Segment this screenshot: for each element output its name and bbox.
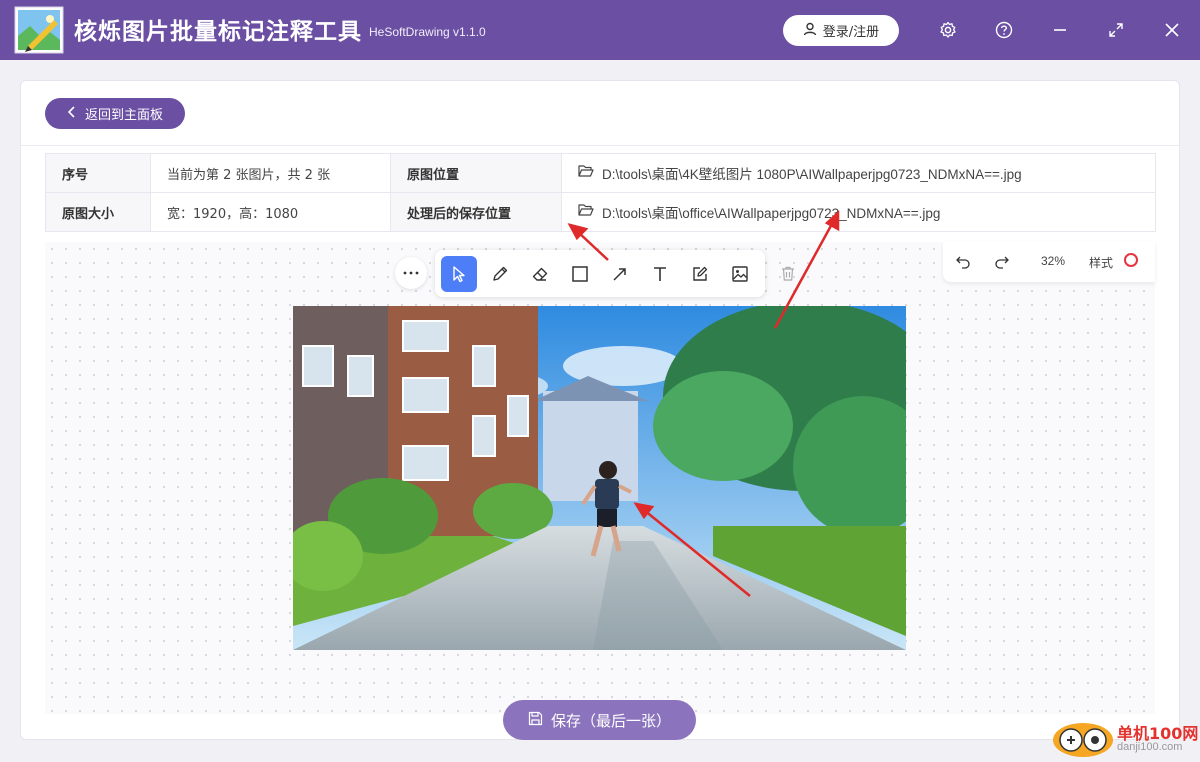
save-location-cell[interactable]: D:\tools\桌面\office\AIWallpaperjpg0723_ND… (561, 192, 1156, 232)
divider (21, 145, 1179, 146)
close-icon[interactable] (1160, 18, 1184, 42)
text-icon (654, 267, 666, 281)
more-icon (403, 271, 419, 275)
app-version: HeSoftDrawing v1.1.0 (369, 25, 486, 39)
pencil-icon (493, 266, 508, 281)
annotated-image[interactable] (293, 306, 906, 650)
save-button[interactable]: 保存（最后一张） (503, 700, 696, 740)
save-icon (528, 711, 543, 730)
drawing-toolbar (435, 250, 765, 297)
undo-icon[interactable] (951, 250, 975, 274)
text-tool[interactable] (642, 256, 678, 292)
back-to-dashboard-button[interactable]: 返回到主面板 (45, 98, 185, 129)
eraser-tool[interactable] (522, 256, 558, 292)
arrow-icon (613, 268, 626, 281)
app-logo-icon (14, 6, 64, 54)
note-tool[interactable] (682, 256, 718, 292)
index-value: 当前为第 2 张图片，共 2 张 (150, 153, 391, 193)
login-register-button[interactable]: 登录/注册 (783, 15, 899, 46)
minimize-icon[interactable] (1048, 18, 1072, 42)
folder-open-icon (578, 203, 594, 221)
trash-icon (782, 266, 794, 281)
arrow-tool[interactable] (602, 256, 638, 292)
delete-button[interactable] (775, 260, 801, 286)
source-path[interactable]: D:\tools\桌面\4K壁纸图片 1080P\AIWallpaperjpg0… (602, 163, 1022, 183)
source-location-cell[interactable]: D:\tools\桌面\4K壁纸图片 1080P\AIWallpaperjpg0… (561, 153, 1156, 193)
size-value: 宽：1920，高：1080 (150, 192, 391, 232)
more-options-button[interactable] (395, 257, 427, 289)
pencil-tool[interactable] (482, 256, 518, 292)
watermark-logo-icon (1052, 718, 1114, 758)
style-label: 样式 (1089, 256, 1114, 270)
size-label: 原图大小 (45, 192, 151, 232)
chevron-left-icon (67, 105, 77, 122)
table-row: 序号 当前为第 2 张图片，共 2 张 原图位置 D:\tools\桌面\4K壁… (45, 153, 1156, 193)
user-icon (803, 22, 817, 40)
app-title: 核烁图片批量标记注释工具 (74, 19, 362, 45)
style-color-swatch[interactable] (1124, 253, 1138, 267)
image-tool[interactable] (722, 256, 758, 292)
save-label: 保存（最后一张） (550, 711, 671, 730)
redo-icon[interactable] (990, 250, 1014, 274)
gear-icon[interactable] (936, 18, 960, 42)
cursor-icon (453, 266, 465, 283)
login-register-label: 登录/注册 (822, 25, 880, 40)
folder-open-icon (578, 164, 594, 182)
help-icon[interactable] (992, 18, 1016, 42)
edit-note-icon (693, 266, 708, 281)
maximize-icon[interactable] (1104, 18, 1128, 42)
rectangle-tool[interactable] (562, 256, 598, 292)
source-location-label: 原图位置 (390, 153, 562, 193)
table-row: 原图大小 宽：1920，高：1080 处理后的保存位置 D:\tools\桌面\… (45, 192, 1156, 232)
watermark-url: danji100.com (1117, 741, 1183, 753)
title-bar: 核烁图片批量标记注释工具 HeSoftDrawing v1.1.0 登录/注册 (0, 0, 1200, 60)
image-icon (732, 266, 748, 282)
view-toolbar: 32% 样式 (943, 242, 1155, 282)
zoom-level[interactable]: 32% (1041, 254, 1065, 268)
save-path[interactable]: D:\tools\桌面\office\AIWallpaperjpg0723_ND… (602, 202, 940, 222)
eraser-icon (532, 267, 548, 281)
back-label: 返回到主面板 (84, 108, 163, 123)
image-info-table: 序号 当前为第 2 张图片，共 2 张 原图位置 D:\tools\桌面\4K壁… (45, 153, 1156, 232)
index-label: 序号 (45, 153, 151, 193)
select-tool[interactable] (441, 256, 477, 292)
rectangle-icon (572, 266, 588, 282)
save-location-label: 处理后的保存位置 (390, 192, 562, 232)
